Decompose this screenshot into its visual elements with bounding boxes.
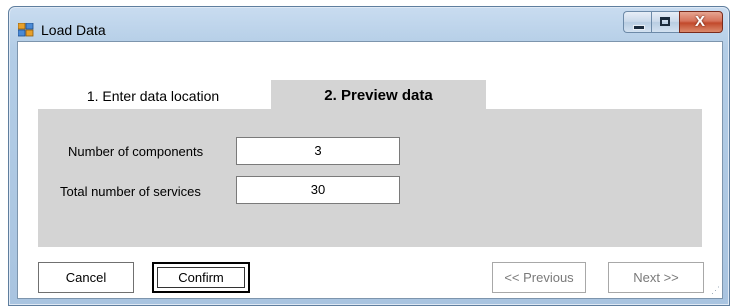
confirm-button-label: Confirm <box>157 267 245 288</box>
minimize-button[interactable] <box>623 11 651 33</box>
previous-button[interactable]: << Previous <box>492 262 586 293</box>
window-controls: X <box>623 11 723 35</box>
preview-panel: Number of components 3 Total number of s… <box>38 109 702 247</box>
services-field[interactable]: 30 <box>236 176 400 204</box>
app-form-icon <box>17 22 34 37</box>
cancel-button[interactable]: Cancel <box>38 262 134 293</box>
close-icon: X <box>695 13 706 30</box>
components-field[interactable]: 3 <box>236 137 400 165</box>
window-title: Load Data <box>41 22 106 38</box>
close-button[interactable]: X <box>679 11 723 33</box>
dialog-client-area: 1. Enter data location 2. Preview data N… <box>17 41 723 299</box>
resize-grip-icon[interactable]: ⋰ <box>711 285 720 296</box>
minimize-icon <box>633 25 645 30</box>
maximize-button[interactable] <box>651 11 679 33</box>
tab-preview-data[interactable]: 2. Preview data <box>271 80 486 110</box>
load-data-window: Load Data X 1. Enter data location 2. Pr… <box>8 6 730 306</box>
confirm-button[interactable]: Confirm <box>152 262 250 293</box>
services-label: Total number of services <box>60 184 201 199</box>
maximize-icon <box>660 17 670 26</box>
tab-enter-data-location[interactable]: 1. Enter data location <box>53 80 253 110</box>
components-label: Number of components <box>68 144 204 159</box>
next-button[interactable]: Next >> <box>608 262 704 293</box>
